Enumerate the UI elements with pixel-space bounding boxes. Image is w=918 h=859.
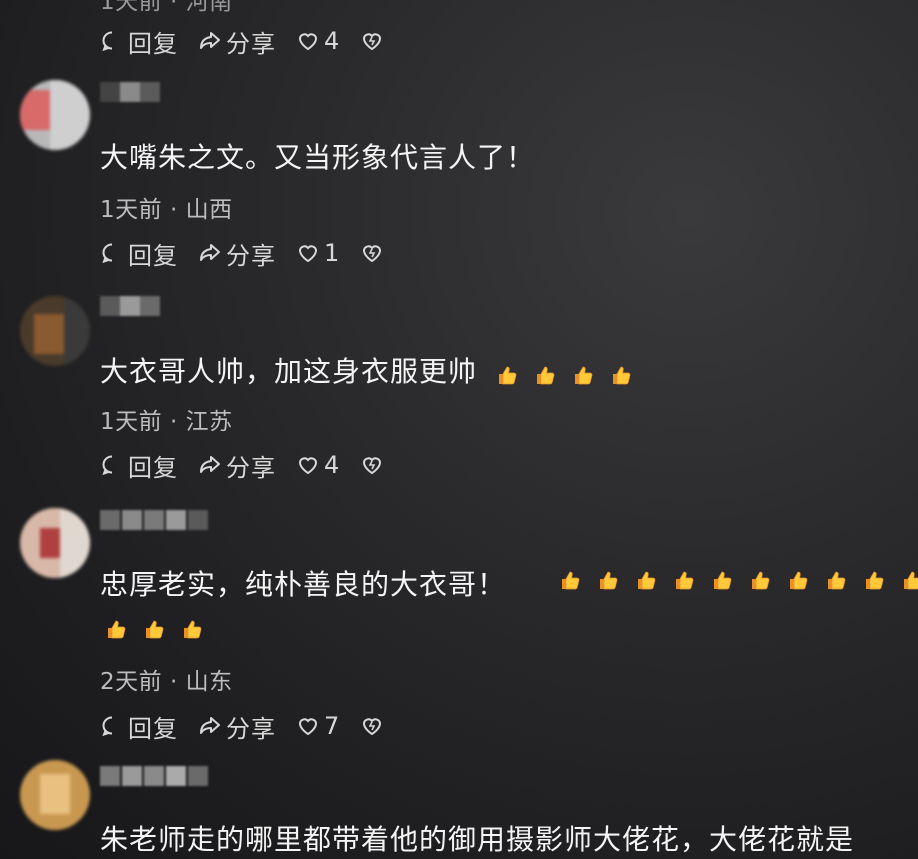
dislike-icon: [363, 718, 382, 736]
comment-actions: 回复 分享 7: [100, 709, 408, 743]
thumbs-up-icon: [672, 568, 696, 592]
like-icon: [298, 457, 318, 475]
thumbs-up-icon: [180, 617, 204, 641]
dislike-icon: [363, 245, 382, 263]
reply-label: 回复: [128, 241, 178, 270]
thumbs-up-icon: [609, 361, 633, 385]
share-icon: [200, 456, 220, 473]
comment-actions: 回复 分享 4: [100, 24, 408, 58]
like-button[interactable]: 4: [296, 27, 340, 55]
thumbs-up-icon: [900, 568, 918, 592]
comment-text-content: 大衣哥人帅，加这身衣服更帅: [100, 355, 478, 388]
share-icon: [200, 32, 220, 49]
username-blurred[interactable]: [100, 766, 210, 786]
like-icon: [298, 33, 318, 51]
thumbs-up-icon: [558, 568, 582, 592]
like-button[interactable]: 1: [296, 239, 340, 267]
reply-icon: [102, 716, 113, 737]
thumbs-up-icon: [634, 568, 658, 592]
comment-text: 朱老师走的哪里都带着他的御用摄影师大佬花，大佬花就是: [100, 823, 855, 856]
reply-button[interactable]: 回复: [100, 236, 178, 271]
username-blurred[interactable]: [100, 82, 160, 102]
share-button[interactable]: 分享: [198, 236, 276, 271]
reply-button[interactable]: 回复: [100, 448, 178, 483]
top-fragment-meta: 1天前 · 河南: [100, 0, 233, 15]
comment-meta: 1天前 · 山西: [100, 197, 233, 223]
like-count: 7: [324, 712, 341, 740]
reply-label: 回复: [128, 453, 178, 482]
emoji-row: [558, 568, 918, 592]
dislike-icon: [363, 33, 382, 51]
share-icon: [200, 244, 220, 261]
share-button[interactable]: 分享: [198, 448, 276, 483]
share-label: 分享: [226, 714, 276, 743]
thumbs-up-icon: [495, 361, 519, 385]
reply-icon: [102, 455, 113, 476]
thumbs-up-icon: [533, 361, 557, 385]
share-icon: [200, 717, 220, 734]
like-count: 1: [324, 239, 341, 267]
avatar[interactable]: [20, 296, 90, 366]
emoji-row-wrap: [104, 617, 218, 641]
dislike-button[interactable]: [360, 453, 388, 477]
thumbs-up-icon: [596, 568, 620, 592]
emoji-row: [495, 355, 647, 388]
share-button[interactable]: 分享: [198, 709, 276, 744]
thumbs-up-icon: [786, 568, 810, 592]
reply-icon: [102, 31, 113, 52]
comment-text-content: 忠厚老实，纯朴善良的大衣哥！: [100, 568, 507, 601]
comment-actions: 回复 分享 1: [100, 236, 408, 270]
share-button[interactable]: 分享: [198, 24, 276, 59]
reply-label: 回复: [128, 714, 178, 743]
share-label: 分享: [226, 453, 276, 482]
thumbs-up-icon: [824, 568, 848, 592]
like-button[interactable]: 4: [296, 451, 340, 479]
thumbs-up-icon: [748, 568, 772, 592]
reply-icon: [102, 243, 113, 264]
reply-button[interactable]: 回复: [100, 709, 178, 744]
username-blurred[interactable]: [100, 296, 160, 316]
comment-meta: 1天前 · 江苏: [100, 409, 233, 435]
like-icon: [298, 245, 318, 263]
dislike-icon: [363, 457, 382, 475]
thumbs-up-icon: [571, 361, 595, 385]
like-count: 4: [324, 451, 341, 479]
thumbs-up-icon: [710, 568, 734, 592]
like-count: 4: [324, 27, 341, 55]
comment-text: 大嘴朱之文。又当形象代言人了！: [100, 141, 536, 174]
comment-text: 忠厚老实，纯朴善良的大衣哥！: [100, 563, 506, 603]
share-label: 分享: [226, 241, 276, 270]
dislike-button[interactable]: [360, 241, 388, 265]
share-label: 分享: [226, 29, 276, 58]
comment-meta: 2天前 · 山东: [100, 669, 233, 695]
reply-button[interactable]: 回复: [100, 24, 178, 59]
dislike-button[interactable]: [360, 714, 388, 738]
like-icon: [298, 718, 318, 736]
reply-label: 回复: [128, 29, 178, 58]
comment-text: 大衣哥人帅，加这身衣服更帅: [100, 350, 647, 390]
thumbs-up-icon: [104, 617, 128, 641]
like-button[interactable]: 7: [296, 712, 340, 740]
avatar[interactable]: [20, 80, 90, 150]
avatar[interactable]: [20, 760, 90, 830]
avatar[interactable]: [20, 508, 90, 578]
thumbs-up-icon: [862, 568, 886, 592]
comment-actions: 回复 分享 4: [100, 448, 408, 482]
username-blurred[interactable]: [100, 510, 210, 530]
dislike-button[interactable]: [360, 29, 388, 53]
thumbs-up-icon: [142, 617, 166, 641]
